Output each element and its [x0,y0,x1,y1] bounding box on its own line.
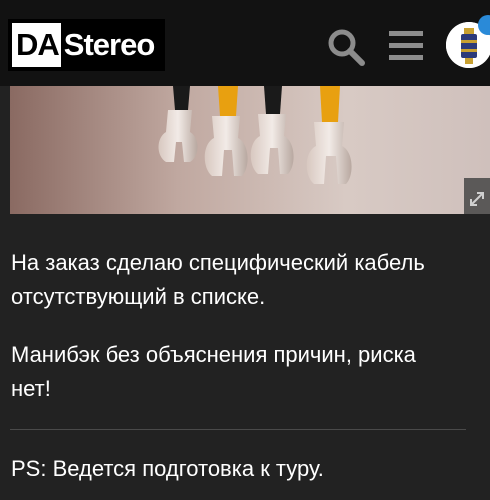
post-text-line: На заказ сделаю специфический кабель [11,250,425,275]
search-icon [328,29,365,66]
site-logo[interactable]: DA Stereo [8,19,165,71]
logo-da-text: DA [12,23,61,67]
divider [10,429,466,430]
site-header: DA Stereo [0,0,490,86]
post-text-line: Манибэк без объяснения причин, риска [11,342,416,367]
hamburger-menu-icon [389,31,423,60]
post-text-line: нет! [11,376,51,401]
logo-stereo-text: Stereo [63,27,155,62]
expand-icon [470,192,484,206]
spade-connectors-photo [10,86,490,214]
post-ps-text: PS: Ведется подготовка к туру. [11,456,324,481]
expand-image-button[interactable] [464,178,490,214]
menu-button[interactable] [388,29,424,63]
post-text-line: отсутствующий в списке. [11,284,266,309]
search-button[interactable] [326,27,366,67]
product-image [10,86,490,214]
